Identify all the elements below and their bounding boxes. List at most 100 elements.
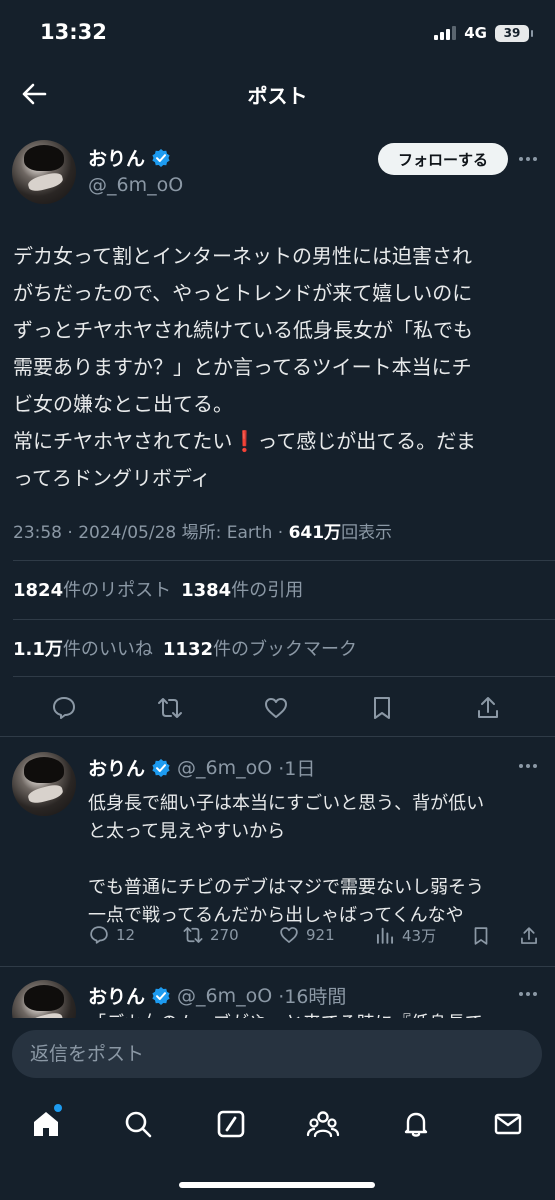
follow-button[interactable]: フォローする	[378, 143, 508, 175]
repost-label: 件のリポスト	[63, 580, 172, 601]
reply-input[interactable]	[12, 1030, 542, 1078]
post-text-line: ビ女の嫌なとこ出てる。	[13, 392, 233, 416]
reply-text-line: でも普通にチビのデブはマジで需要ないし弱そう	[88, 877, 484, 898]
network-type: 4G	[464, 24, 487, 42]
post-action-bar	[0, 686, 555, 730]
tab-home[interactable]	[24, 1102, 68, 1146]
tab-messages[interactable]	[486, 1102, 530, 1146]
tab-communities[interactable]	[301, 1102, 345, 1146]
post-text-line: ずっとチヤホヤされ続けている低身長女が「私でも	[13, 318, 473, 342]
post-text-line: がちだったので、やっとトレンドが来て嬉しいのに	[13, 281, 473, 305]
like-stats: 1.1万件のいいね 1132件のブックマーク	[13, 635, 357, 661]
more-options-icon[interactable]	[519, 764, 537, 768]
repost-icon[interactable]	[156, 694, 184, 722]
divider	[13, 676, 555, 677]
views-icon	[376, 927, 394, 944]
reply-author-name[interactable]: おりん	[88, 982, 145, 1009]
post-text: デカ女って割とインターネットの男性には迫害され がちだったので、やっとトレンドが…	[13, 238, 543, 497]
more-options-icon[interactable]	[519, 992, 537, 996]
post-text-line: 需要ありますか？」とか言ってるツイート本当にチ	[13, 355, 472, 379]
reply-icon[interactable]	[50, 694, 78, 722]
verified-badge-icon	[152, 986, 170, 1005]
author-name: おりん	[88, 148, 146, 170]
tab-notifications[interactable]	[394, 1102, 438, 1146]
divider	[0, 966, 555, 967]
author-name-row[interactable]: おりん	[88, 144, 171, 171]
bookmark-count: 1132	[162, 639, 213, 660]
reply-repost-button[interactable]: 270	[182, 924, 239, 946]
mail-icon	[494, 1113, 522, 1135]
repost-count: 1824	[13, 580, 64, 601]
bottom-tab-bar	[0, 1094, 555, 1200]
signal-icon	[434, 26, 457, 40]
more-options-icon[interactable]	[519, 157, 537, 161]
post-text-line: デカ女って割とインターネットの男性には迫害され	[13, 244, 472, 268]
like-count: 1.1万	[13, 639, 63, 660]
post-text-segment: 常にチヤホヤされてたい	[13, 429, 233, 453]
view-count: 43万	[402, 926, 437, 945]
author-avatar[interactable]	[12, 140, 76, 204]
like-count: 921	[306, 926, 335, 944]
reply-composer	[0, 1018, 555, 1094]
reply-post[interactable]: おりん @_6m_oO ·1日 低身長で細い子は本当にすごいと思う、背が低い と太…	[0, 752, 555, 952]
reply-text-line: と太って見えやすいから	[88, 821, 286, 842]
home-indicator	[179, 1182, 375, 1188]
reply-text-line	[88, 846, 543, 874]
reply-like-button[interactable]: 921	[278, 924, 335, 946]
reply-time: ·16時間	[278, 986, 347, 1008]
post-text-segment: って感じが出てる。だま	[257, 429, 476, 453]
share-icon[interactable]	[474, 694, 502, 722]
reply-header: おりん @_6m_oO ·16時間	[88, 982, 346, 1009]
share-icon[interactable]	[518, 924, 540, 948]
status-time: 13:32	[40, 20, 107, 44]
bookmark-label: 件のブックマーク	[213, 639, 357, 660]
quote-count: 1384	[181, 580, 232, 601]
view-count: 641万	[288, 523, 342, 543]
author-handle: @_6m_oO	[88, 174, 184, 196]
reply-handle: @_6m_oO	[177, 756, 273, 779]
exclamation-emoji: ❗	[232, 429, 258, 453]
top-bar: ポスト	[0, 66, 555, 122]
reply-views-button[interactable]: 43万	[374, 924, 436, 946]
reply-text-line: 「デカ女のムーブがやっと来てる時に『低身長で	[88, 1010, 543, 1018]
quote-label: 件の引用	[231, 580, 304, 601]
reply-text: 低身長で細い子は本当にすごいと思う、背が低い と太って見えやすいから でも普通に…	[88, 790, 543, 930]
bell-icon	[404, 1112, 428, 1137]
divider	[13, 560, 555, 561]
post-text-line: 常にチヤホヤされてたい❗って感じが出てる。だま	[13, 423, 543, 460]
post-meta: 23:58 · 2024/05/28 場所: Earth · 641万回表示	[13, 523, 393, 543]
verified-badge-icon	[152, 758, 170, 777]
reposts-link[interactable]: 1824件のリポスト	[13, 580, 171, 601]
reply-author-name[interactable]: おりん	[88, 754, 145, 781]
tab-grok[interactable]	[209, 1102, 253, 1146]
status-bar: 13:32 4G 39	[0, 0, 555, 66]
reply-reply-button[interactable]: 12	[88, 924, 135, 946]
likes-link[interactable]: 1.1万件のいいね	[13, 639, 153, 660]
page-title: ポスト	[247, 84, 308, 108]
divider	[0, 736, 555, 737]
like-label: 件のいいね	[62, 639, 153, 660]
reply-count: 12	[116, 926, 136, 944]
grok-icon	[217, 1110, 245, 1138]
location-prefix: 場所:	[181, 523, 222, 543]
communities-icon	[306, 1111, 340, 1138]
reply-action-bar: 12 270 921 43万	[88, 924, 548, 954]
like-icon[interactable]	[262, 694, 290, 722]
tab-search[interactable]	[116, 1102, 160, 1146]
status-indicators: 4G 39	[434, 24, 533, 42]
reply-text: 「デカ女のムーブがやっと来てる時に『低身長で	[88, 1010, 543, 1018]
reply-post[interactable]: おりん @_6m_oO·16時間 「デカ女のムーブがやっと来てる時に『低身長で	[0, 980, 555, 1018]
quotes-link[interactable]: 1384件の引用	[181, 580, 303, 601]
reply-avatar[interactable]	[12, 752, 76, 816]
verified-badge-icon	[152, 148, 170, 167]
notification-dot	[54, 1104, 62, 1112]
bookmark-icon[interactable]	[368, 694, 396, 722]
reply-header: おりん @_6m_oO ·1日	[88, 754, 315, 781]
view-label: 回表示	[341, 523, 393, 543]
reply-avatar[interactable]	[12, 980, 76, 1018]
reply-text-line: 低身長で細い子は本当にすごいと思う、背が低い	[88, 793, 485, 814]
post-location[interactable]: Earth	[227, 523, 273, 543]
search-icon	[125, 1111, 152, 1138]
bookmarks-link[interactable]: 1132件のブックマーク	[163, 639, 357, 660]
bookmark-icon[interactable]	[470, 924, 492, 948]
